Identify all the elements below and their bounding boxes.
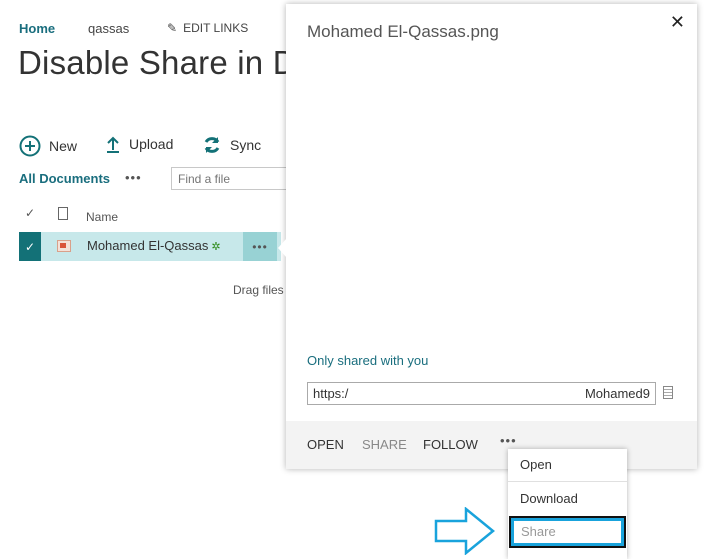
nav-site-link[interactable]: qassas: [88, 21, 129, 36]
file-url-field[interactable]: https:/ Mohamed9: [307, 382, 656, 405]
open-button[interactable]: OPEN: [307, 437, 344, 452]
drag-files-hint: Drag files: [233, 283, 284, 297]
image-file-icon: [57, 240, 71, 252]
menu-item-download[interactable]: Download: [508, 483, 627, 516]
more-actions-menu: Open Download Share: [508, 449, 627, 559]
share-button[interactable]: SHARE: [362, 437, 407, 452]
new-button[interactable]: New: [19, 135, 77, 157]
callout-footer: OPEN SHARE FOLLOW •••: [286, 421, 697, 469]
sync-label: Sync: [230, 137, 262, 153]
find-file-input[interactable]: [171, 167, 301, 190]
menu-item-open[interactable]: Open: [508, 449, 627, 482]
edit-links-button[interactable]: ✎ EDIT LINKS: [167, 21, 248, 35]
view-all-documents[interactable]: All Documents: [19, 171, 110, 186]
file-type-icon: [58, 207, 68, 220]
callout-pointer: [278, 238, 287, 258]
copy-link-icon[interactable]: [663, 386, 673, 399]
menu-item-share[interactable]: Share: [509, 516, 626, 548]
sync-button[interactable]: Sync: [202, 135, 261, 155]
select-all-check[interactable]: ✓: [25, 206, 35, 220]
upload-label: Upload: [129, 136, 174, 152]
file-callout: Mohamed El-Qassas.png ✕ Only shared with…: [286, 4, 697, 469]
row-more-button[interactable]: •••: [243, 232, 277, 261]
follow-button[interactable]: FOLLOW: [423, 437, 478, 452]
callout-title: Mohamed El-Qassas.png: [307, 22, 499, 41]
new-badge-icon: ✲: [211, 241, 221, 253]
page-title: Disable Share in D: [18, 44, 297, 81]
plus-circle-icon: [19, 135, 41, 157]
column-header-name[interactable]: Name: [86, 210, 118, 224]
edit-links-label: EDIT LINKS: [183, 21, 249, 35]
row-checkbox[interactable]: ✓: [19, 232, 41, 261]
annotation-arrow-icon: [434, 507, 495, 555]
upload-button[interactable]: Upload: [105, 135, 173, 153]
close-icon[interactable]: ✕: [670, 12, 685, 33]
new-label: New: [49, 138, 78, 154]
more-actions-button[interactable]: •••: [500, 433, 517, 448]
upload-icon: [107, 136, 119, 153]
view-more-button[interactable]: •••: [125, 170, 142, 185]
sync-icon: [204, 137, 220, 153]
file-name-link[interactable]: Mohamed El-Qassas ✲: [87, 238, 221, 253]
sharing-status[interactable]: Only shared with you: [307, 353, 428, 368]
nav-home-link[interactable]: Home: [19, 21, 55, 36]
pencil-icon: ✎: [167, 21, 178, 35]
table-row[interactable]: ✓ Mohamed El-Qassas ✲ •••: [19, 232, 281, 261]
